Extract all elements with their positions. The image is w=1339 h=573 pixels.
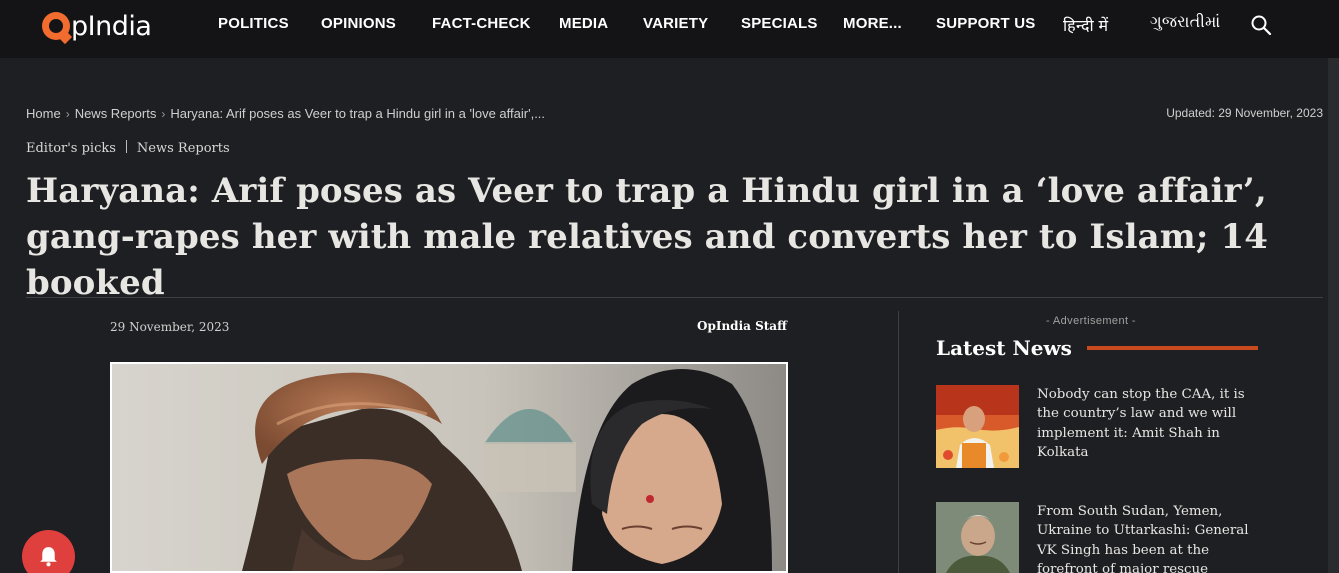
top-navbar: pIndia POLITICS OPINIONS FACT-CHECK MEDI… — [0, 0, 1339, 58]
updated-date: Updated: 29 November, 2023 — [1166, 106, 1323, 120]
category-news-reports[interactable]: News Reports — [137, 141, 230, 156]
news-title-link[interactable]: Nobody can stop the CAA, it is the count… — [1037, 385, 1258, 462]
latest-news-heading: Latest News — [936, 336, 1072, 360]
nav-item-support-us[interactable]: SUPPORT US — [936, 15, 1036, 32]
breadcrumb-section[interactable]: News Reports — [75, 106, 157, 121]
logo-mark-icon — [42, 12, 73, 45]
nav-item-fact-check[interactable]: FACT-CHECK — [432, 15, 531, 32]
latest-news-item[interactable]: From South Sudan, Yemen, Ukraine to Utta… — [936, 502, 1258, 573]
bell-icon — [40, 547, 57, 567]
nav-item-media[interactable]: MEDIA — [559, 15, 608, 32]
post-date: 29 November, 2023 — [110, 320, 230, 334]
latest-news-accent-bar — [1087, 346, 1258, 350]
latest-news-item[interactable]: Nobody can stop the CAA, it is the count… — [936, 385, 1258, 475]
nav-item-gujarati[interactable]: ગુજરાતીમાં — [1150, 14, 1220, 32]
news-thumbnail[interactable] — [936, 385, 1019, 468]
breadcrumb-current: Haryana: Arif poses as Veer to trap a Hi… — [170, 106, 546, 122]
chevron-right-icon: › — [161, 106, 166, 121]
news-thumbnail-image — [936, 502, 1019, 573]
breadcrumb: Home › News Reports › Haryana: Arif poses as… — [26, 105, 545, 121]
article-hero-image — [110, 362, 788, 573]
author-link[interactable]: OpIndia Staff — [697, 319, 787, 333]
breadcrumb-home[interactable]: Home — [26, 106, 61, 121]
news-thumbnail[interactable] — [936, 502, 1019, 573]
category-tags: Editor's picks News Reports — [26, 140, 230, 156]
nav-item-opinions[interactable]: OPINIONS — [321, 15, 396, 32]
nav-item-hindi[interactable]: हिन्दी में — [1063, 14, 1108, 36]
scrollbar-track[interactable] — [1328, 58, 1339, 573]
article-headline: Haryana: Arif poses as Veer to trap a Hi… — [26, 171, 1268, 303]
news-thumbnail-image — [936, 385, 1019, 468]
sidebar-divider — [898, 311, 899, 573]
search-icon[interactable] — [1250, 14, 1272, 36]
news-title-link[interactable]: From South Sudan, Yemen, Ukraine to Utta… — [1037, 502, 1258, 573]
advertisement-label: - Advertisement - — [1046, 315, 1136, 327]
nav-item-variety[interactable]: VARIETY — [643, 15, 708, 32]
hero-illustration — [112, 364, 786, 571]
category-editors-picks[interactable]: Editor's picks — [26, 141, 116, 156]
header-divider — [26, 297, 1323, 298]
nav-item-politics[interactable]: POLITICS — [218, 15, 289, 32]
nav-item-specials[interactable]: SPECIALS — [741, 15, 818, 32]
notification-bell-button[interactable] — [22, 530, 75, 573]
logo-text: pIndia — [71, 10, 152, 42]
nav-item-more[interactable]: MORE... — [843, 15, 902, 32]
category-divider — [125, 140, 127, 153]
chevron-right-icon: › — [65, 106, 70, 121]
site-logo[interactable]: pIndia — [42, 8, 152, 45]
